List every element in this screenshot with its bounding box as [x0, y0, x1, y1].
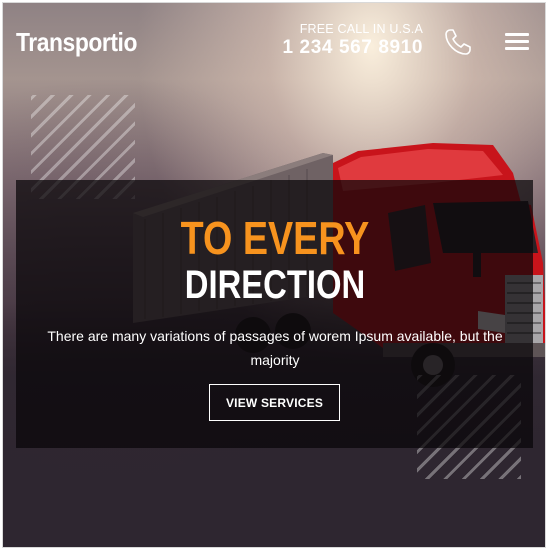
- menu-bar-1: [505, 33, 529, 36]
- menu-bar-2: [505, 40, 529, 43]
- hero-description: There are many variations of passages of…: [47, 328, 503, 368]
- phone-number[interactable]: 1 234 567 8910: [283, 37, 423, 59]
- menu-bar-3: [505, 47, 529, 50]
- phone-icon[interactable]: [443, 27, 473, 57]
- page-frame: Transportio FREE CALL IN U.S.A 1 234 567…: [2, 2, 546, 548]
- site-logo[interactable]: Transportio: [16, 27, 137, 58]
- hamburger-menu-icon[interactable]: [505, 33, 529, 51]
- view-services-button[interactable]: VIEW SERVICES: [209, 384, 340, 421]
- free-call-label: FREE CALL IN U.S.A: [299, 22, 423, 36]
- hero-title-line1: TO EVERY: [180, 212, 370, 264]
- hero-title-line2: DIRECTION: [184, 263, 366, 307]
